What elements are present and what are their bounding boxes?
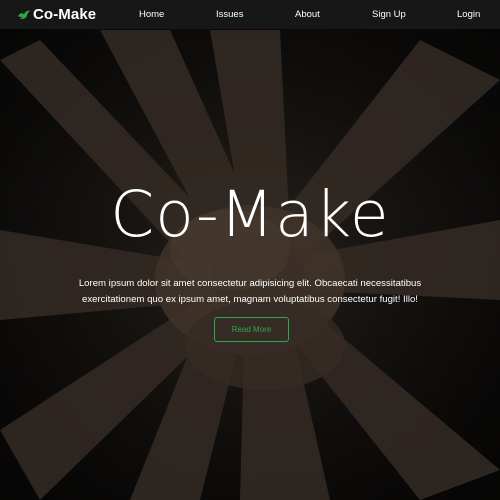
read-more-button[interactable]: Read More	[214, 317, 289, 342]
hero-description: Lorem ipsum dolor sit amet consectetur a…	[78, 278, 422, 305]
nav-links: Home Issues About Sign Up Login	[0, 0, 500, 29]
nav-link-issues[interactable]: Issues	[216, 9, 243, 20]
hero-title: Co-Make	[110, 178, 390, 251]
nav-link-login[interactable]: Login	[457, 9, 480, 20]
nav-link-sign-up[interactable]: Sign Up	[372, 9, 406, 20]
nav-link-home[interactable]: Home	[139, 9, 164, 20]
navbar: Co-Make Home Issues About Sign Up Login	[0, 0, 500, 29]
nav-link-about[interactable]: About	[295, 9, 320, 20]
